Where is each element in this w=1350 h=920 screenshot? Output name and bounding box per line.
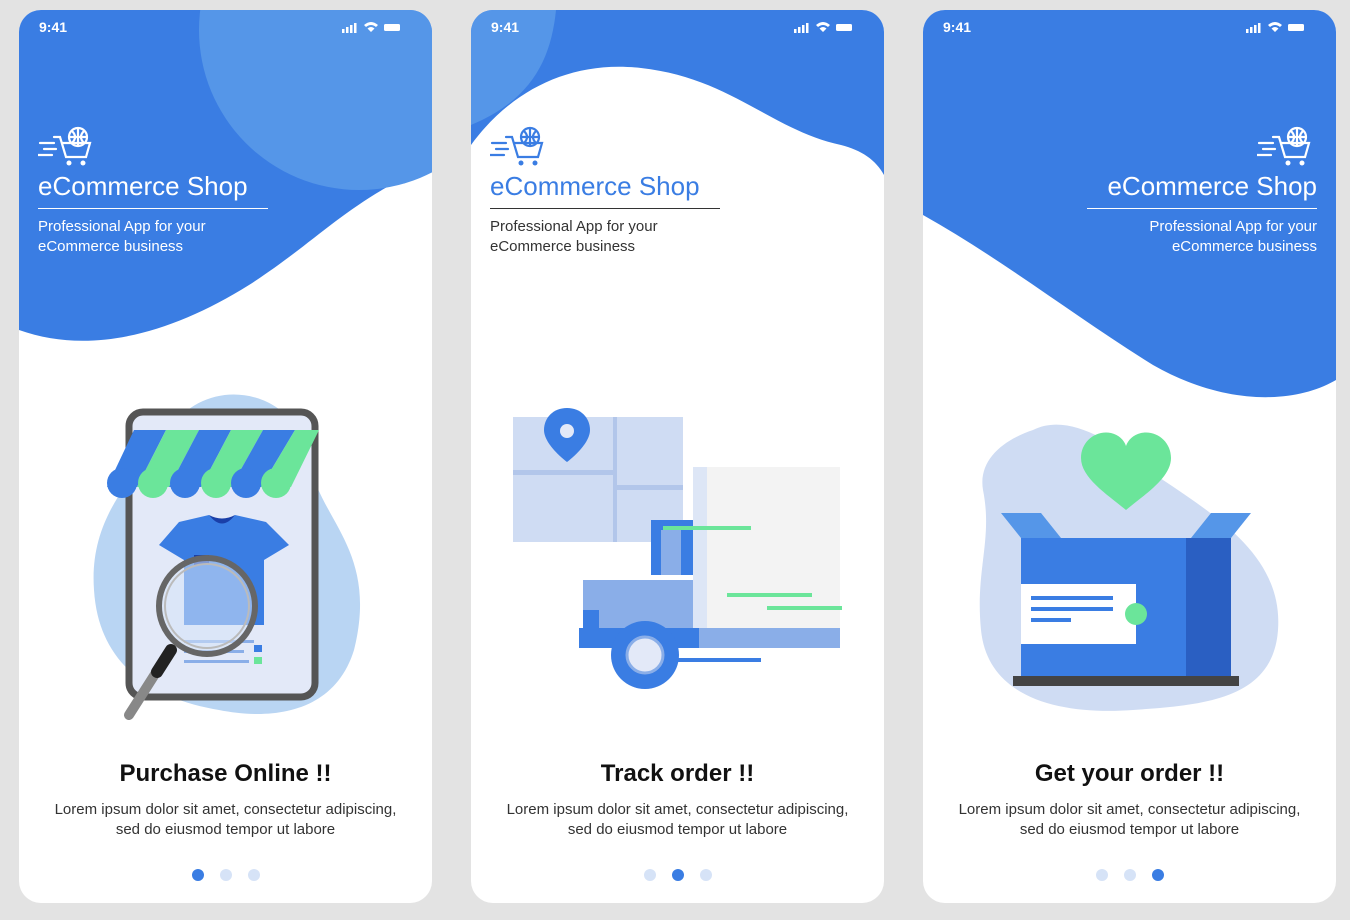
screen-heading: Purchase Online !! [119,760,332,787]
cart-logo-icon [1257,126,1311,166]
brand-title: eCommerce Shop [490,171,720,209]
description-line2: sed do eiusmod tempor ut labore [1019,821,1240,838]
page-dot-1[interactable] [191,869,204,881]
screen-heading: Track order !! [600,760,755,787]
page-dot-1[interactable] [1095,869,1108,881]
onboarding-screen-purchase: 9:41 eCommerce Shop Professional App for… [19,10,432,903]
brand-subtitle: Professional App for your eCommerce busi… [1087,217,1317,257]
screen-description: Lorem ipsum dolor sit amet, consectetur … [943,800,1316,840]
cart-logo-icon [490,126,544,166]
page-indicator [19,868,432,886]
page-dot-2[interactable] [671,869,684,881]
brand-subtitle: Professional App for your eCommerce busi… [490,217,720,257]
page-dot-2[interactable] [219,869,232,881]
brand-subtitle-line2: eCommerce business [38,238,184,255]
status-time: 9:41 [39,19,68,35]
page-dot-3[interactable] [1151,869,1164,881]
brand-subtitle-line1: Professional App for your [1149,218,1317,235]
brand-subtitle-line2: eCommerce business [490,238,636,255]
page-dot-1[interactable] [643,869,656,881]
status-time: 9:41 [491,19,520,35]
description-line1: Lorem ipsum dolor sit amet, consectetur … [54,801,397,818]
description-line2: sed do eiusmod tempor ut labore [115,821,336,838]
delivery-truck-icon [513,408,842,689]
brand-block: eCommerce Shop Professional App for your… [38,123,268,257]
page-dot-3[interactable] [247,869,260,881]
onboarding-screen-receive: 9:41 eCommerce Shop Professional App for… [923,10,1336,903]
description-line2: sed do eiusmod tempor ut labore [567,821,788,838]
brand-subtitle-line1: Professional App for your [38,218,206,235]
brand-subtitle-line2: eCommerce business [1171,238,1317,255]
page-indicator [923,868,1336,886]
screen-description: Lorem ipsum dolor sit amet, consectetur … [491,800,864,840]
onboarding-screen-track: 9:41 eCommerce Shop Professional App for… [471,10,884,903]
status-bar: 9:41 [471,18,884,38]
page-indicator [471,868,884,886]
cart-logo-icon [38,126,92,166]
status-bar: 9:41 [19,18,432,38]
shop-magnifier-icon [93,394,361,720]
brand-block: eCommerce Shop Professional App for your… [490,123,720,257]
screen-heading: Get your order !! [1034,760,1225,787]
status-bar: 9:41 [923,18,1336,38]
page-dot-3[interactable] [699,869,712,881]
page-dot-2[interactable] [1123,869,1136,881]
brand-subtitle: Professional App for your eCommerce busi… [38,217,268,257]
status-indicators-icon [342,22,400,33]
description-line1: Lorem ipsum dolor sit amet, consectetur … [958,801,1301,818]
description-line1: Lorem ipsum dolor sit amet, consectetur … [506,801,849,818]
brand-title: eCommerce Shop [1087,171,1317,209]
brand-subtitle-line1: Professional App for your [490,218,658,235]
brand-block: eCommerce Shop Professional App for your… [1087,123,1317,257]
status-indicators-icon [794,22,852,33]
open-box-heart-icon [979,424,1279,711]
status-indicators-icon [1246,22,1304,33]
status-time: 9:41 [943,19,972,35]
screen-description: Lorem ipsum dolor sit amet, consectetur … [39,800,412,840]
brand-title: eCommerce Shop [38,171,268,209]
